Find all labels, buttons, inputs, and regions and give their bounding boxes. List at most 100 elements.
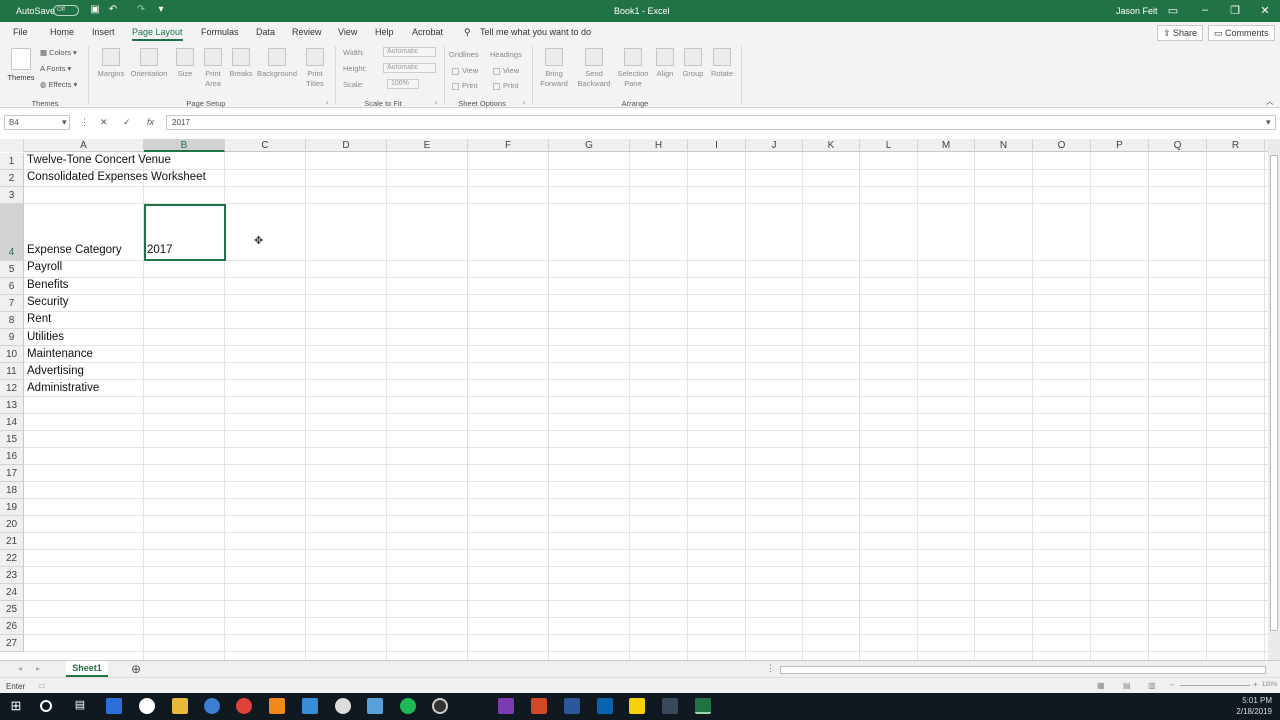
scroll-left-icon[interactable]: ◂	[18, 664, 22, 673]
start-icon[interactable]: ⊞	[8, 698, 24, 714]
align-button[interactable]: Align	[653, 48, 677, 79]
row-header-8[interactable]: 8	[0, 312, 24, 329]
autosave-toggle[interactable]: Off	[53, 5, 79, 16]
system-clock[interactable]: 5:01 PM 2/18/2019	[1236, 695, 1272, 717]
cell-A5[interactable]: Payroll	[24, 261, 62, 273]
fonts-button[interactable]: A Fonts ▾	[40, 64, 71, 73]
restore-icon[interactable]: ❐	[1228, 4, 1242, 18]
macro-record-icon[interactable]: ▭	[38, 681, 46, 690]
app-icon-3[interactable]	[367, 698, 383, 714]
row-header-1[interactable]: 1	[0, 153, 24, 170]
file-explorer-icon[interactable]	[172, 698, 188, 714]
effects-button[interactable]: ◍ Effects ▾	[40, 80, 77, 89]
row-header-20[interactable]: 20	[0, 516, 24, 533]
tab-formulas[interactable]: Formulas	[201, 27, 239, 37]
column-header-p[interactable]: P	[1091, 139, 1149, 152]
print-area-button[interactable]: Print Area	[200, 48, 226, 89]
onenote-icon[interactable]	[498, 698, 514, 714]
row-header-3[interactable]: 3	[0, 187, 24, 204]
split-handle-icon[interactable]: ⋮	[766, 663, 775, 674]
row-header-9[interactable]: 9	[0, 329, 24, 346]
page-setup-launcher-icon[interactable]: ⌟	[325, 96, 329, 105]
zoom-level[interactable]: 120%	[1262, 682, 1277, 688]
ribbon-display-icon[interactable]: ▭	[1166, 4, 1180, 18]
column-header-e[interactable]: E	[387, 139, 468, 152]
word-icon[interactable]	[564, 698, 580, 714]
sticky-notes-icon[interactable]	[629, 698, 645, 714]
vlc-icon[interactable]	[269, 698, 285, 714]
user-name[interactable]: Jason Felt	[1116, 6, 1158, 16]
column-header-k[interactable]: K	[803, 139, 860, 152]
tab-data[interactable]: Data	[256, 27, 275, 37]
orientation-button[interactable]: Orientation	[127, 48, 171, 79]
size-button[interactable]: Size	[172, 48, 198, 79]
column-header-b[interactable]: B	[144, 139, 225, 152]
steam-icon[interactable]	[302, 698, 318, 714]
cell-A4[interactable]: Expense Category	[24, 244, 122, 256]
tab-review[interactable]: Review	[292, 27, 322, 37]
collapse-ribbon-icon[interactable]: ︿	[1266, 96, 1274, 107]
row-header-7[interactable]: 7	[0, 295, 24, 312]
column-header-r[interactable]: R	[1207, 139, 1265, 152]
select-all-button[interactable]	[0, 139, 24, 152]
chrome-icon[interactable]	[236, 698, 252, 714]
row-header-13[interactable]: 13	[0, 397, 24, 414]
scale-launcher-icon[interactable]: ⌟	[434, 96, 438, 105]
headings-view-checkbox[interactable]: View	[493, 66, 519, 75]
enter-icon[interactable]: ✓	[123, 117, 131, 128]
undo-icon[interactable]: ↶	[106, 4, 120, 18]
save-icon[interactable]: ▣	[88, 4, 102, 18]
name-box-dropdown-icon[interactable]: ▾	[62, 117, 67, 128]
normal-view-icon[interactable]: ▦	[1097, 681, 1105, 690]
row-header-22[interactable]: 22	[0, 550, 24, 567]
app-icon-4[interactable]	[662, 698, 678, 714]
cell-A6[interactable]: Benefits	[24, 279, 69, 291]
row-header-2[interactable]: 2	[0, 170, 24, 187]
powerpoint-icon[interactable]	[531, 698, 547, 714]
height-dropdown[interactable]: Automatic	[383, 63, 436, 73]
tab-page-layout[interactable]: Page Layout	[132, 27, 183, 41]
row-header-25[interactable]: 25	[0, 601, 24, 618]
row-header-26[interactable]: 26	[0, 618, 24, 635]
cell-A12[interactable]: Administrative	[24, 382, 99, 394]
name-box[interactable]: B4	[4, 115, 70, 130]
row-header-16[interactable]: 16	[0, 448, 24, 465]
store-icon[interactable]	[106, 698, 122, 714]
column-header-f[interactable]: F	[468, 139, 549, 152]
print-titles-button[interactable]: Print Titles	[302, 48, 328, 89]
task-view-icon[interactable]: ▤	[72, 698, 88, 714]
horizontal-scrollbar[interactable]	[780, 666, 1266, 674]
column-header-n[interactable]: N	[975, 139, 1033, 152]
spotify-icon[interactable]	[400, 698, 416, 714]
gridlines-print-checkbox[interactable]: Print	[452, 81, 477, 90]
vertical-scrollbar[interactable]	[1268, 139, 1280, 660]
rotate-button[interactable]: Rotate	[708, 48, 736, 79]
expand-formula-icon[interactable]: ▾	[1266, 117, 1271, 128]
page-break-view-icon[interactable]: ▥	[1148, 681, 1156, 690]
tell-me-box[interactable]: Tell me what you want to do	[480, 27, 591, 37]
column-header-g[interactable]: G	[549, 139, 630, 152]
send-backward-button[interactable]: Send Backward	[573, 48, 615, 89]
add-sheet-icon[interactable]: ⊕	[131, 662, 141, 676]
cell-A2[interactable]: Consolidated Expenses Worksheet	[24, 171, 206, 183]
column-header-l[interactable]: L	[860, 139, 918, 152]
row-header-15[interactable]: 15	[0, 431, 24, 448]
row-header-24[interactable]: 24	[0, 584, 24, 601]
column-header-c[interactable]: C	[225, 139, 306, 152]
themes-button[interactable]: Themes	[6, 48, 36, 83]
minimize-icon[interactable]: –	[1198, 4, 1212, 18]
cell-A7[interactable]: Security	[24, 296, 69, 308]
tab-view[interactable]: View	[338, 27, 357, 37]
tab-home[interactable]: Home	[50, 27, 74, 37]
column-header-j[interactable]: J	[746, 139, 803, 152]
breaks-button[interactable]: Breaks	[228, 48, 254, 79]
customize-icon[interactable]: ▾	[154, 4, 168, 18]
redo-icon[interactable]: ↷	[134, 4, 148, 18]
column-header-o[interactable]: O	[1033, 139, 1091, 152]
row-header-14[interactable]: 14	[0, 414, 24, 431]
zoom-in-icon[interactable]: +	[1253, 680, 1258, 689]
tab-insert[interactable]: Insert	[92, 27, 115, 37]
cell-A8[interactable]: Rent	[24, 313, 51, 325]
column-header-h[interactable]: H	[630, 139, 688, 152]
column-header-d[interactable]: D	[306, 139, 387, 152]
